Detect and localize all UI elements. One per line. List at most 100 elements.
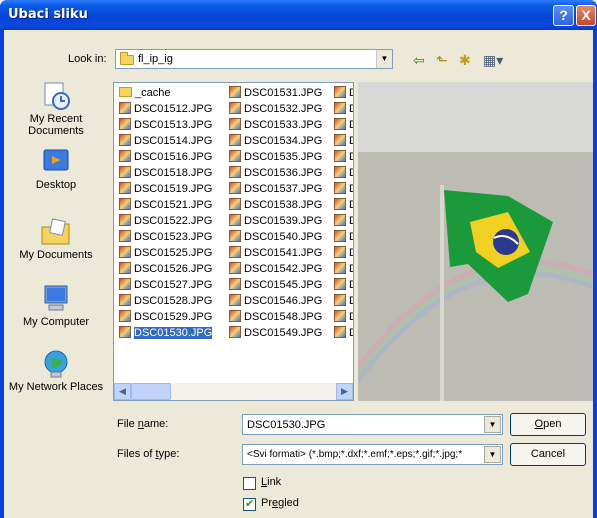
file-name: DSC01532.JPG [244, 103, 323, 115]
file-list-item[interactable]: DSC01512.JPG [119, 101, 212, 117]
file-list-item[interactable]: DSC01541.JPG [229, 245, 322, 261]
open-button[interactable]: Open [510, 413, 586, 436]
file-list-item[interactable]: D [334, 197, 353, 213]
file-list-item[interactable]: DSC01532.JPG [229, 101, 322, 117]
file-list-item[interactable]: DSC01518.JPG [119, 165, 212, 181]
close-button[interactable]: X [576, 5, 596, 26]
image-file-icon [119, 150, 131, 162]
file-name: DSC01525.JPG [134, 247, 213, 259]
file-type-select[interactable]: <Svi formati> (*.bmp;*.dxf;*.emf;*.eps;*… [242, 444, 503, 465]
up-folder-icon[interactable]: ⬑ [436, 52, 448, 68]
file-list-item[interactable]: D [334, 309, 353, 325]
scroll-right-icon[interactable]: ▶ [336, 383, 353, 400]
file-list-item[interactable]: DSC01533.JPG [229, 117, 322, 133]
file-name: DSC01533.JPG [244, 119, 323, 131]
image-file-icon [119, 182, 131, 194]
file-name: D [349, 311, 353, 323]
place-recent[interactable]: My Recent Documents [6, 81, 106, 137]
file-list-item[interactable]: DSC01530.JPG [119, 325, 213, 341]
file-list-item[interactable]: DSC01527.JPG [119, 277, 212, 293]
file-name: D [349, 215, 353, 227]
file-list-item[interactable]: D [334, 325, 353, 341]
file-list-item[interactable]: DSC01528.JPG [119, 293, 212, 309]
file-name: DSC01540.JPG [244, 231, 323, 243]
file-list-item[interactable]: D [334, 181, 353, 197]
file-list-item[interactable]: DSC01540.JPG [229, 229, 322, 245]
file-list-item[interactable]: DSC01548.JPG [229, 309, 322, 325]
file-list-item[interactable]: D [334, 245, 353, 261]
file-list-item[interactable]: DSC01526.JPG [119, 261, 212, 277]
file-list-item[interactable]: DSC01542.JPG [229, 261, 322, 277]
preview-checkbox[interactable] [243, 497, 256, 511]
file-list-item[interactable]: DSC01537.JPG [229, 181, 322, 197]
file-name: DSC01513.JPG [134, 119, 213, 131]
file-name: DSC01518.JPG [134, 167, 213, 179]
file-list-item[interactable]: DSC01523.JPG [119, 229, 212, 245]
place-label: My Computer [22, 316, 90, 328]
file-list-item[interactable]: D [334, 149, 353, 165]
file-name: DSC01512.JPG [134, 103, 213, 115]
file-name-field[interactable]: DSC01530.JPG ▼ [242, 414, 503, 435]
file-list-item[interactable]: D [334, 133, 353, 149]
file-list-item[interactable]: DSC01539.JPG [229, 213, 322, 229]
network-places-icon [44, 350, 68, 378]
place-my-computer[interactable]: My Computer [6, 284, 106, 328]
file-name: _cache [135, 87, 171, 99]
dialog-body: Look in: fl_ip_ig ▼ ⇦ ⬑ ✱ ▦▾ My Recent D… [4, 30, 593, 518]
file-list-item[interactable]: DSC01529.JPG [119, 309, 212, 325]
file-name: DSC01546.JPG [244, 295, 323, 307]
file-list-item[interactable]: DSC01531.JPG [229, 85, 322, 101]
horizontal-scrollbar[interactable]: ◀ ▶ [114, 383, 353, 400]
file-list-item[interactable]: D [334, 213, 353, 229]
chevron-down-icon[interactable]: ▼ [376, 50, 392, 68]
scroll-left-icon[interactable]: ◀ [114, 383, 131, 400]
scroll-thumb[interactable] [131, 383, 171, 400]
cancel-button[interactable]: Cancel [510, 443, 586, 466]
place-network[interactable]: My Network Places [6, 349, 106, 393]
file-list-item[interactable]: DSC01545.JPG [229, 277, 322, 293]
file-list-item[interactable]: DSC01546.JPG [229, 293, 322, 309]
image-file-icon [334, 102, 346, 114]
file-list-item[interactable]: D [334, 261, 353, 277]
file-list-item[interactable]: D [334, 165, 353, 181]
file-list[interactable]: _cache DSC01512.JPG DSC01513.JPG DSC01514.J… [113, 82, 354, 401]
file-name: DSC01514.JPG [134, 135, 213, 147]
file-list-item[interactable]: D [334, 101, 353, 117]
file-list-item[interactable]: D [334, 293, 353, 309]
file-list-item[interactable]: DSC01513.JPG [119, 117, 212, 133]
image-file-icon [119, 118, 131, 130]
title-bar[interactable]: Ubaci sliku ? X [0, 0, 597, 30]
chevron-down-icon[interactable]: ▼ [484, 416, 501, 433]
file-list-item[interactable]: DSC01534.JPG [229, 133, 322, 149]
file-list-item[interactable]: DSC01514.JPG [119, 133, 212, 149]
file-list-item[interactable]: DSC01536.JPG [229, 165, 322, 181]
file-list-item[interactable]: _cache [119, 85, 170, 101]
chevron-down-icon[interactable]: ▼ [484, 446, 501, 463]
place-desktop[interactable]: Desktop [6, 147, 106, 191]
file-list-item[interactable]: D [334, 277, 353, 293]
back-arrow-icon[interactable]: ⇦ [413, 52, 425, 68]
place-my-documents[interactable]: My Documents [6, 217, 106, 261]
file-list-item[interactable]: D [334, 229, 353, 245]
file-name: D [349, 119, 353, 131]
views-menu-icon[interactable]: ▦▾ [483, 52, 503, 68]
image-file-icon [229, 118, 241, 130]
file-list-item[interactable]: DSC01525.JPG [119, 245, 212, 261]
file-list-item[interactable]: DSC01519.JPG [119, 181, 212, 197]
file-name: DSC01526.JPG [134, 263, 213, 275]
file-list-item[interactable]: DSC01516.JPG [119, 149, 212, 165]
image-file-icon [119, 214, 131, 226]
file-list-item[interactable]: DSC01549.JPG [229, 325, 322, 341]
file-list-item[interactable]: DSC01521.JPG [119, 197, 212, 213]
file-list-item[interactable]: D [334, 85, 353, 101]
link-checkbox[interactable] [243, 477, 256, 490]
new-folder-icon[interactable]: ✱ [459, 52, 471, 68]
image-file-icon [334, 294, 346, 306]
help-button[interactable]: ? [553, 5, 574, 26]
image-file-icon [119, 310, 131, 322]
file-list-item[interactable]: D [334, 117, 353, 133]
look-in-combo[interactable]: fl_ip_ig ▼ [115, 49, 393, 69]
file-list-item[interactable]: DSC01522.JPG [119, 213, 212, 229]
file-list-item[interactable]: DSC01538.JPG [229, 197, 322, 213]
file-list-item[interactable]: DSC01535.JPG [229, 149, 322, 165]
